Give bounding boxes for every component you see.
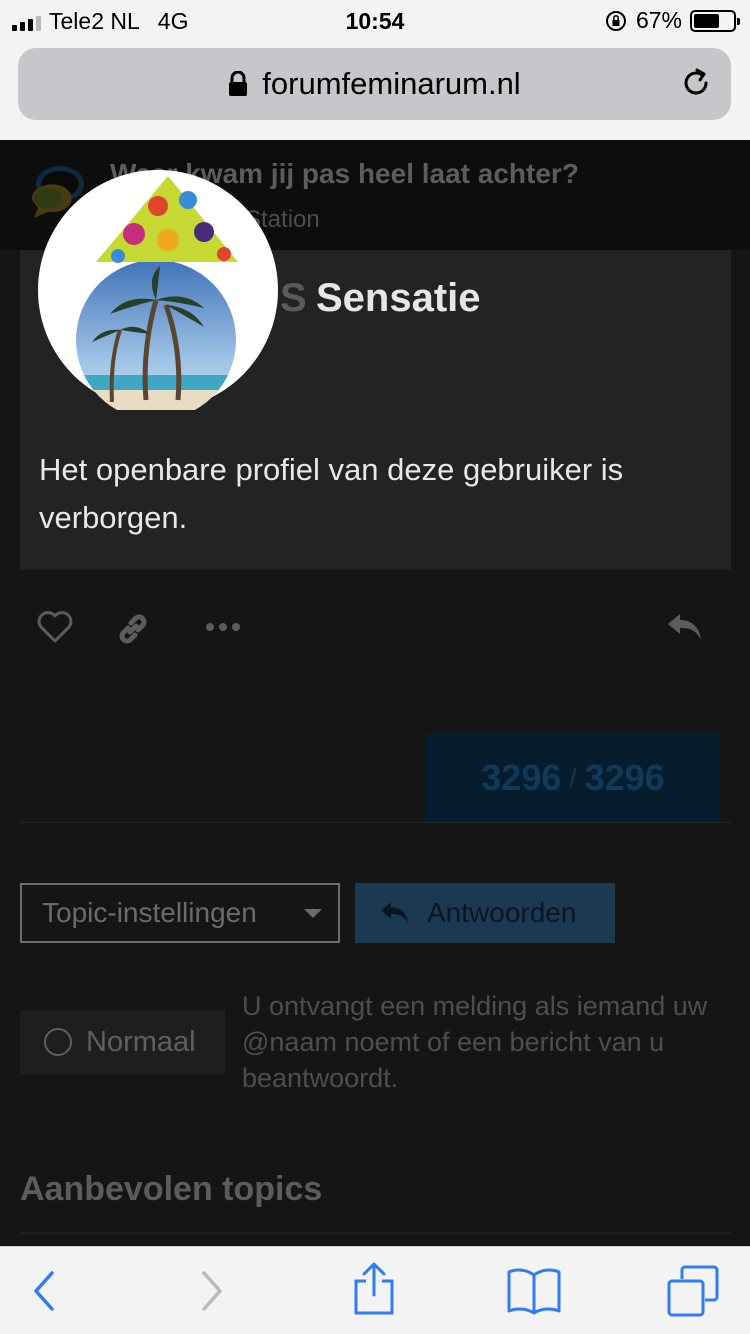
notification-description: U ontvangt een melding als iemand uw @na… [242, 991, 708, 1093]
bookmarks-icon[interactable] [506, 1267, 562, 1320]
progress-current: 3296 [481, 757, 562, 798]
link-icon[interactable] [114, 610, 152, 653]
rotation-lock-icon [604, 9, 628, 33]
username-shadow: S [280, 276, 307, 320]
reload-icon[interactable] [679, 66, 713, 108]
status-bar: Tele2 NL 4G 10:54 67% [0, 0, 750, 40]
notification-level-label: Normaal [86, 1025, 196, 1058]
battery-icon [690, 9, 740, 32]
circle-icon [44, 1028, 72, 1056]
divider [20, 1232, 731, 1234]
chevron-down-icon [304, 909, 322, 918]
topic-settings-dropdown[interactable]: Topic-instellingen [20, 883, 340, 943]
progress-separator: / [569, 762, 577, 793]
share-icon[interactable] [352, 1261, 396, 1322]
reply-icon [379, 899, 411, 927]
profile-hidden-notice: Het openbare profiel van deze gebruiker … [39, 452, 624, 535]
reply-button-label: Antwoorden [427, 897, 577, 928]
url-text: forumfeminarum.nl [262, 66, 521, 101]
back-icon[interactable] [30, 1269, 58, 1318]
post-actions [0, 602, 750, 652]
progress-total: 3296 [584, 757, 665, 798]
tabs-icon[interactable] [666, 1265, 720, 1322]
forward-icon[interactable] [198, 1269, 226, 1318]
divider [20, 822, 731, 823]
browser-toolbar [0, 1246, 750, 1334]
avatar[interactable] [38, 170, 278, 420]
username[interactable]: Sensatie [316, 276, 481, 321]
reply-button[interactable]: Antwoorden [355, 883, 615, 943]
address-bar[interactable]: forumfeminarum.nl [18, 48, 731, 120]
topic-settings-label: Topic-instellingen [42, 897, 257, 928]
recommended-topics-heading: Aanbevolen topics [20, 1170, 323, 1208]
battery-percent: 67% [635, 7, 682, 33]
more-icon[interactable] [204, 620, 242, 639]
browser-address-area: forumfeminarum.nl [0, 40, 750, 140]
notification-level-button[interactable]: Normaal [20, 1010, 225, 1074]
reply-icon[interactable] [666, 610, 704, 649]
lock-icon [228, 71, 248, 97]
heart-icon[interactable] [36, 610, 74, 649]
topic-progress[interactable]: 3296 / 3296 [426, 733, 720, 823]
